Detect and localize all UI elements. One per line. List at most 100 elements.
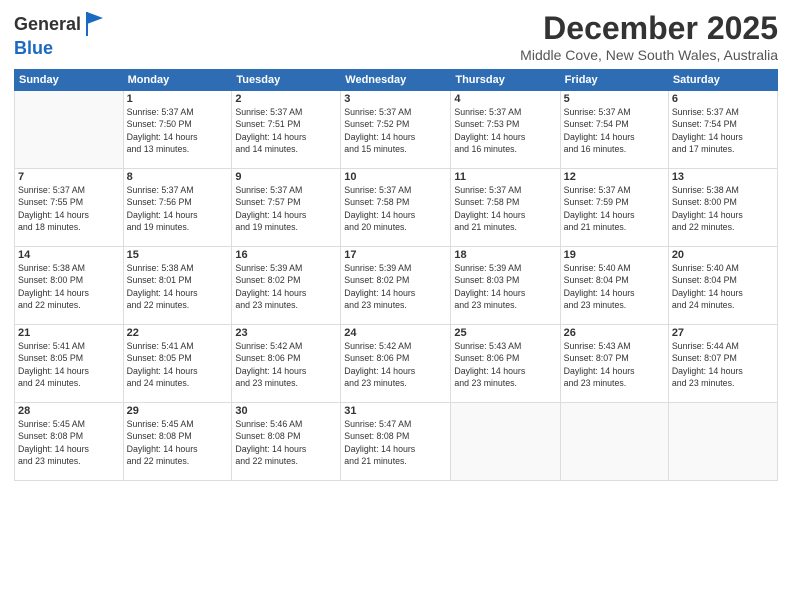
day-info: Sunrise: 5:37 AM Sunset: 7:50 PM Dayligh…	[127, 106, 229, 155]
day-info: Sunrise: 5:42 AM Sunset: 8:06 PM Dayligh…	[344, 340, 447, 389]
title-block: December 2025 Middle Cove, New South Wal…	[520, 10, 778, 63]
logo-blue-text: Blue	[14, 38, 53, 58]
logo-general-text: General	[14, 14, 81, 35]
calendar-cell: 25Sunrise: 5:43 AM Sunset: 8:06 PM Dayli…	[451, 325, 560, 403]
day-number: 23	[235, 327, 337, 339]
calendar-cell: 18Sunrise: 5:39 AM Sunset: 8:03 PM Dayli…	[451, 247, 560, 325]
calendar-cell: 10Sunrise: 5:37 AM Sunset: 7:58 PM Dayli…	[341, 169, 451, 247]
calendar-week-row: 1Sunrise: 5:37 AM Sunset: 7:50 PM Daylig…	[15, 91, 778, 169]
day-number: 22	[127, 327, 229, 339]
day-info: Sunrise: 5:45 AM Sunset: 8:08 PM Dayligh…	[127, 418, 229, 467]
day-number: 7	[18, 171, 120, 183]
calendar-cell: 23Sunrise: 5:42 AM Sunset: 8:06 PM Dayli…	[232, 325, 341, 403]
calendar-cell: 30Sunrise: 5:46 AM Sunset: 8:08 PM Dayli…	[232, 403, 341, 481]
day-number: 2	[235, 93, 337, 105]
calendar-cell: 6Sunrise: 5:37 AM Sunset: 7:54 PM Daylig…	[668, 91, 777, 169]
day-info: Sunrise: 5:40 AM Sunset: 8:04 PM Dayligh…	[564, 262, 665, 311]
day-info: Sunrise: 5:39 AM Sunset: 8:03 PM Dayligh…	[454, 262, 556, 311]
header: General Blue December 2025 Middle Cove, …	[14, 10, 778, 63]
day-number: 10	[344, 171, 447, 183]
calendar-cell	[451, 403, 560, 481]
day-info: Sunrise: 5:41 AM Sunset: 8:05 PM Dayligh…	[127, 340, 229, 389]
day-info: Sunrise: 5:38 AM Sunset: 8:01 PM Dayligh…	[127, 262, 229, 311]
day-number: 14	[18, 249, 120, 261]
calendar-cell: 13Sunrise: 5:38 AM Sunset: 8:00 PM Dayli…	[668, 169, 777, 247]
day-info: Sunrise: 5:42 AM Sunset: 8:06 PM Dayligh…	[235, 340, 337, 389]
day-number: 16	[235, 249, 337, 261]
calendar-cell: 7Sunrise: 5:37 AM Sunset: 7:55 PM Daylig…	[15, 169, 124, 247]
day-number: 27	[672, 327, 774, 339]
day-number: 18	[454, 249, 556, 261]
day-info: Sunrise: 5:37 AM Sunset: 7:55 PM Dayligh…	[18, 184, 120, 233]
month-title: December 2025	[520, 10, 778, 47]
logo-flag-icon	[83, 10, 107, 38]
day-info: Sunrise: 5:37 AM Sunset: 7:56 PM Dayligh…	[127, 184, 229, 233]
calendar-week-row: 7Sunrise: 5:37 AM Sunset: 7:55 PM Daylig…	[15, 169, 778, 247]
day-info: Sunrise: 5:38 AM Sunset: 8:00 PM Dayligh…	[18, 262, 120, 311]
calendar-header-thursday: Thursday	[451, 70, 560, 91]
calendar-cell: 12Sunrise: 5:37 AM Sunset: 7:59 PM Dayli…	[560, 169, 668, 247]
calendar-week-row: 21Sunrise: 5:41 AM Sunset: 8:05 PM Dayli…	[15, 325, 778, 403]
day-number: 19	[564, 249, 665, 261]
day-info: Sunrise: 5:37 AM Sunset: 7:54 PM Dayligh…	[672, 106, 774, 155]
day-info: Sunrise: 5:47 AM Sunset: 8:08 PM Dayligh…	[344, 418, 447, 467]
day-info: Sunrise: 5:44 AM Sunset: 8:07 PM Dayligh…	[672, 340, 774, 389]
day-number: 29	[127, 405, 229, 417]
calendar-header-row: SundayMondayTuesdayWednesdayThursdayFrid…	[15, 70, 778, 91]
day-number: 21	[18, 327, 120, 339]
calendar-cell: 3Sunrise: 5:37 AM Sunset: 7:52 PM Daylig…	[341, 91, 451, 169]
page: General Blue December 2025 Middle Cove, …	[0, 0, 792, 612]
day-number: 4	[454, 93, 556, 105]
day-number: 6	[672, 93, 774, 105]
calendar-cell: 16Sunrise: 5:39 AM Sunset: 8:02 PM Dayli…	[232, 247, 341, 325]
calendar-cell: 17Sunrise: 5:39 AM Sunset: 8:02 PM Dayli…	[341, 247, 451, 325]
calendar-header-saturday: Saturday	[668, 70, 777, 91]
day-number: 28	[18, 405, 120, 417]
day-info: Sunrise: 5:37 AM Sunset: 7:51 PM Dayligh…	[235, 106, 337, 155]
day-number: 26	[564, 327, 665, 339]
day-info: Sunrise: 5:37 AM Sunset: 7:52 PM Dayligh…	[344, 106, 447, 155]
calendar-cell: 27Sunrise: 5:44 AM Sunset: 8:07 PM Dayli…	[668, 325, 777, 403]
day-number: 15	[127, 249, 229, 261]
calendar-header-sunday: Sunday	[15, 70, 124, 91]
day-number: 11	[454, 171, 556, 183]
location: Middle Cove, New South Wales, Australia	[520, 47, 778, 63]
day-number: 30	[235, 405, 337, 417]
day-number: 25	[454, 327, 556, 339]
calendar-header-friday: Friday	[560, 70, 668, 91]
calendar-cell: 24Sunrise: 5:42 AM Sunset: 8:06 PM Dayli…	[341, 325, 451, 403]
calendar-cell: 22Sunrise: 5:41 AM Sunset: 8:05 PM Dayli…	[123, 325, 232, 403]
day-info: Sunrise: 5:38 AM Sunset: 8:00 PM Dayligh…	[672, 184, 774, 233]
day-info: Sunrise: 5:43 AM Sunset: 8:07 PM Dayligh…	[564, 340, 665, 389]
calendar-cell: 29Sunrise: 5:45 AM Sunset: 8:08 PM Dayli…	[123, 403, 232, 481]
day-info: Sunrise: 5:39 AM Sunset: 8:02 PM Dayligh…	[235, 262, 337, 311]
day-number: 1	[127, 93, 229, 105]
day-info: Sunrise: 5:37 AM Sunset: 7:54 PM Dayligh…	[564, 106, 665, 155]
day-number: 17	[344, 249, 447, 261]
day-number: 9	[235, 171, 337, 183]
calendar-header-wednesday: Wednesday	[341, 70, 451, 91]
calendar-cell	[668, 403, 777, 481]
day-info: Sunrise: 5:39 AM Sunset: 8:02 PM Dayligh…	[344, 262, 447, 311]
calendar-cell: 1Sunrise: 5:37 AM Sunset: 7:50 PM Daylig…	[123, 91, 232, 169]
calendar-cell: 20Sunrise: 5:40 AM Sunset: 8:04 PM Dayli…	[668, 247, 777, 325]
day-info: Sunrise: 5:40 AM Sunset: 8:04 PM Dayligh…	[672, 262, 774, 311]
day-number: 20	[672, 249, 774, 261]
day-number: 8	[127, 171, 229, 183]
calendar-cell: 26Sunrise: 5:43 AM Sunset: 8:07 PM Dayli…	[560, 325, 668, 403]
day-info: Sunrise: 5:41 AM Sunset: 8:05 PM Dayligh…	[18, 340, 120, 389]
calendar-cell: 9Sunrise: 5:37 AM Sunset: 7:57 PM Daylig…	[232, 169, 341, 247]
calendar-cell: 8Sunrise: 5:37 AM Sunset: 7:56 PM Daylig…	[123, 169, 232, 247]
logo: General Blue	[14, 10, 107, 59]
day-info: Sunrise: 5:45 AM Sunset: 8:08 PM Dayligh…	[18, 418, 120, 467]
calendar-cell: 31Sunrise: 5:47 AM Sunset: 8:08 PM Dayli…	[341, 403, 451, 481]
calendar-header-monday: Monday	[123, 70, 232, 91]
day-number: 13	[672, 171, 774, 183]
calendar-cell: 11Sunrise: 5:37 AM Sunset: 7:58 PM Dayli…	[451, 169, 560, 247]
day-info: Sunrise: 5:37 AM Sunset: 7:58 PM Dayligh…	[454, 184, 556, 233]
calendar-cell	[15, 91, 124, 169]
calendar-cell: 4Sunrise: 5:37 AM Sunset: 7:53 PM Daylig…	[451, 91, 560, 169]
calendar-cell: 19Sunrise: 5:40 AM Sunset: 8:04 PM Dayli…	[560, 247, 668, 325]
day-number: 24	[344, 327, 447, 339]
calendar-cell: 28Sunrise: 5:45 AM Sunset: 8:08 PM Dayli…	[15, 403, 124, 481]
